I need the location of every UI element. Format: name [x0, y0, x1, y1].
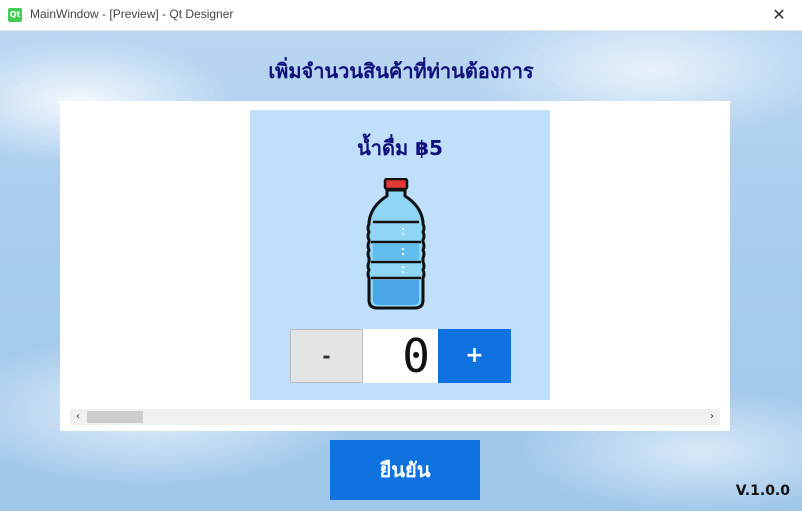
- close-icon: ✕: [772, 5, 786, 24]
- product-card: น้ำดื่ม ฿5 - 0 +: [250, 110, 550, 400]
- water-bottle-icon: [366, 178, 426, 310]
- close-button[interactable]: ✕: [756, 0, 802, 30]
- qt-icon: Qt: [8, 8, 22, 22]
- version-label: V.1.0.0: [735, 483, 790, 499]
- window-title: MainWindow - [Preview] - Qt Designer: [30, 7, 234, 21]
- quantity-display: 0: [363, 329, 438, 383]
- increase-quantity-button[interactable]: +: [438, 329, 511, 383]
- decrease-quantity-button[interactable]: -: [290, 329, 363, 383]
- confirm-button[interactable]: ยืนยัน: [330, 440, 480, 500]
- main-window-client: เพิ่มจำนวนสินค้าที่ท่านต้องการ น้ำดื่ม ฿…: [0, 31, 802, 511]
- page-title: เพิ่มจำนวนสินค้าที่ท่านต้องการ: [268, 59, 534, 83]
- window-titlebar: Qt MainWindow - [Preview] - Qt Designer …: [0, 0, 802, 31]
- horizontal-scrollbar[interactable]: ‹ ›: [70, 409, 720, 425]
- product-scroll-area: น้ำดื่ม ฿5 - 0 + ‹ ›: [60, 101, 730, 431]
- scrollbar-thumb[interactable]: [87, 411, 143, 423]
- scroll-left-icon[interactable]: ‹: [70, 409, 86, 425]
- scroll-right-icon[interactable]: ›: [704, 409, 720, 425]
- product-name-price: น้ำดื่ม ฿5: [357, 136, 443, 160]
